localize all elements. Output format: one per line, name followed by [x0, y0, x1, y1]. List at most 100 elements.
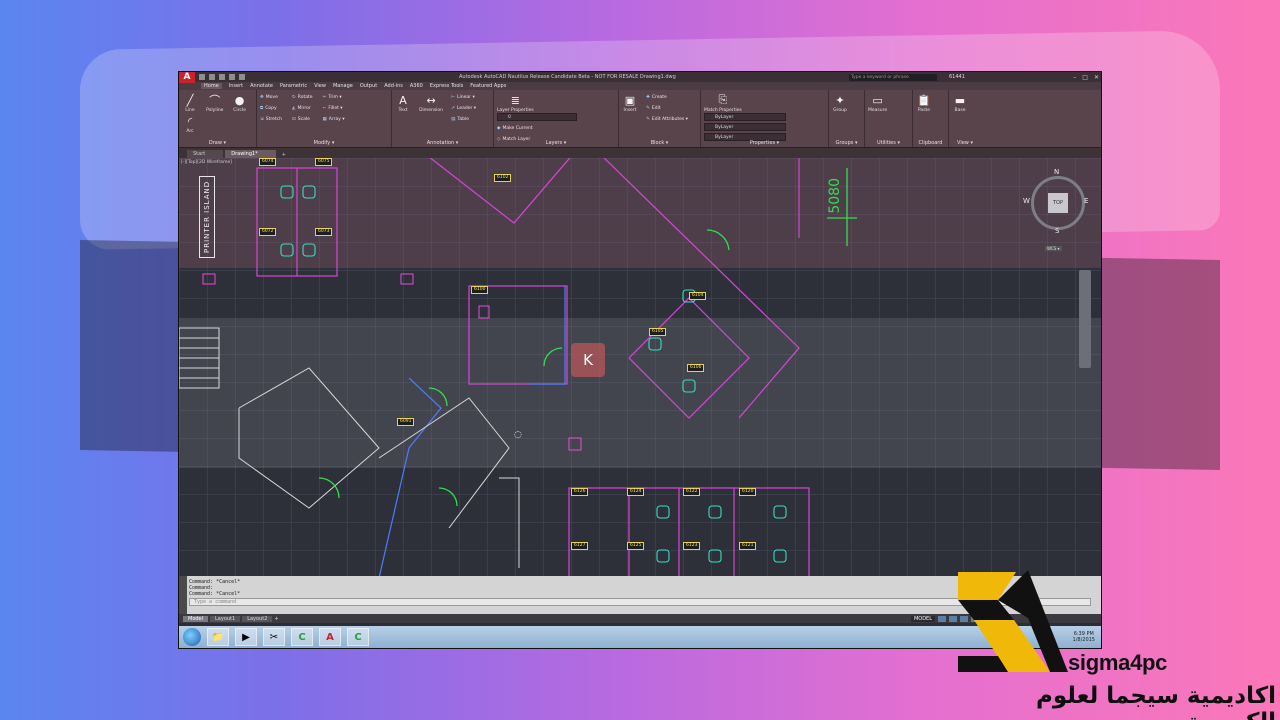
- move-tool[interactable]: ✥ Move: [260, 92, 282, 103]
- snap-toggle-icon[interactable]: [949, 615, 957, 622]
- drawing-area[interactable]: [-][Top][2D Wireframe] PRINTER ISLAND 50…: [179, 158, 1101, 582]
- create-block-tool[interactable]: ✚ Create: [646, 92, 688, 103]
- viewcube[interactable]: TOP N S E W: [1023, 168, 1088, 235]
- annotation-panel-title[interactable]: Annotation ▾: [392, 140, 493, 146]
- minimize-button[interactable]: –: [1073, 74, 1076, 81]
- linear-tool[interactable]: ⊢ Linear ▾: [451, 92, 476, 103]
- command-input[interactable]: Type a command: [189, 598, 1091, 606]
- polyline-tool[interactable]: ⌒ Polyline: [206, 92, 223, 113]
- match-properties-tool[interactable]: ⎘ Match Properties: [704, 92, 742, 113]
- tab-express-tools[interactable]: Express Tools: [430, 83, 463, 89]
- open-icon[interactable]: [209, 74, 215, 80]
- undo-icon[interactable]: [229, 74, 235, 80]
- tab-manage[interactable]: Manage: [333, 83, 353, 89]
- media-app-icon[interactable]: ▶: [235, 628, 257, 646]
- system-clock[interactable]: 6:39 PM 1/8/2015: [1073, 631, 1095, 643]
- tab-layout1[interactable]: Layout1: [210, 615, 241, 622]
- model-space-toggle[interactable]: MODEL: [910, 615, 935, 622]
- new-icon[interactable]: [199, 74, 205, 80]
- base-view-tool[interactable]: ▬ Base: [952, 92, 968, 114]
- tab-a360[interactable]: A360: [410, 83, 423, 89]
- properties-panel-title[interactable]: Properties ▾: [701, 140, 828, 146]
- rotate-tool[interactable]: ↻ Rotate: [292, 92, 313, 103]
- tab-model[interactable]: Model: [183, 615, 209, 622]
- close-button[interactable]: ✕: [1094, 74, 1099, 81]
- viewcube-west[interactable]: W: [1023, 197, 1030, 205]
- redo-icon[interactable]: [239, 74, 245, 80]
- tab-view[interactable]: View: [314, 83, 326, 89]
- block-panel-title[interactable]: Block ▾: [619, 140, 700, 146]
- viewcube-north[interactable]: N: [1054, 168, 1059, 176]
- leader-tool[interactable]: ↗ Leader ▾: [451, 103, 476, 114]
- camtasia-app-icon[interactable]: C: [291, 628, 313, 646]
- measure-tool[interactable]: ▭ Measure: [868, 92, 887, 114]
- edit-block-tool[interactable]: ✎ Edit: [646, 103, 688, 114]
- scale-tool[interactable]: ⊡ Scale: [292, 114, 313, 125]
- clipboard-panel-title[interactable]: Clipboard: [913, 140, 948, 146]
- room-tag: 6074: [259, 158, 277, 166]
- tab-layout2[interactable]: Layout2: [242, 615, 273, 622]
- dimension-tool[interactable]: ↔ Dimension: [419, 92, 443, 114]
- tab-home[interactable]: Home: [201, 83, 222, 89]
- tab-addins[interactable]: Add-ins: [384, 83, 403, 89]
- insert-icon: ▣: [624, 93, 636, 107]
- grid-toggle-icon[interactable]: [938, 615, 946, 622]
- viewport-controls[interactable]: [-][Top][2D Wireframe]: [181, 160, 232, 165]
- viewcube-south[interactable]: S: [1055, 227, 1059, 235]
- search-input[interactable]: Type a keyword or phrase: [849, 73, 937, 81]
- layers-panel-title[interactable]: Layers ▾: [494, 140, 618, 146]
- tab-drawing1[interactable]: Drawing1*: [225, 150, 276, 158]
- viewcube-top-face[interactable]: TOP: [1048, 193, 1068, 213]
- tab-output[interactable]: Output: [360, 83, 377, 89]
- maximize-button[interactable]: □: [1082, 74, 1088, 81]
- groups-panel-title[interactable]: Groups ▾: [829, 140, 864, 146]
- annotation-rows: ⊢ Linear ▾ ↗ Leader ▾ ▤ Table: [451, 92, 476, 125]
- paste-tool[interactable]: 📋 Paste: [916, 92, 932, 114]
- array-tool[interactable]: ▦ Array ▾: [323, 114, 345, 125]
- save-icon[interactable]: [219, 74, 225, 80]
- line-tool[interactable]: ╱ Line: [182, 92, 198, 114]
- layer-properties-tool[interactable]: ≣ Layer Properties: [497, 92, 534, 114]
- tab-annotate[interactable]: Annotate: [250, 83, 273, 89]
- color-dropdown[interactable]: ByLayer: [704, 113, 786, 121]
- navigation-bar[interactable]: [1079, 270, 1091, 368]
- snipping-app-icon[interactable]: ✂: [263, 628, 285, 646]
- command-line-grip[interactable]: [179, 576, 187, 614]
- room-tag: 6073: [315, 228, 333, 236]
- explorer-app-icon[interactable]: 📁: [207, 628, 229, 646]
- make-current-tool[interactable]: ◆ Make Current: [497, 123, 577, 134]
- app-menu-button[interactable]: A: [179, 72, 195, 83]
- text-tool[interactable]: A Text: [395, 92, 411, 114]
- recorder-app-icon[interactable]: C: [347, 628, 369, 646]
- viewcube-east[interactable]: E: [1084, 197, 1088, 205]
- table-tool[interactable]: ▤ Table: [451, 114, 476, 125]
- view-panel-title[interactable]: View ▾: [949, 140, 981, 146]
- fillet-tool[interactable]: ⌐ Fillet ▾: [323, 103, 345, 114]
- modify-panel-title[interactable]: Modify ▾: [257, 140, 391, 146]
- mirror-tool[interactable]: ◭ Mirror: [292, 103, 313, 114]
- tab-featured-apps[interactable]: Featured Apps: [470, 83, 506, 89]
- wcs-menu[interactable]: WCS ▾: [1045, 246, 1062, 251]
- utilities-panel-title[interactable]: Utilities ▾: [865, 140, 912, 146]
- add-layout-button[interactable]: +: [274, 616, 278, 622]
- tab-parametric[interactable]: Parametric: [280, 83, 307, 89]
- copy-tool[interactable]: ⧉ Copy: [260, 103, 282, 114]
- autocad-app-icon[interactable]: A: [319, 628, 341, 646]
- insert-tool[interactable]: ▣ Insert: [622, 92, 638, 114]
- start-button[interactable]: [183, 628, 201, 646]
- circle-tool[interactable]: ● Circle: [232, 92, 248, 114]
- draw-panel-title[interactable]: Draw ▾: [179, 140, 256, 146]
- tab-insert[interactable]: Insert: [229, 83, 243, 89]
- layer-dropdown[interactable]: 0: [497, 113, 577, 121]
- edit-attributes-tool[interactable]: ✎ Edit Attributes ▾: [646, 114, 688, 125]
- group-tool[interactable]: ✦ Group: [832, 92, 848, 114]
- annotation-panel: A Text ↔ Dimension ⊢ Linear ▾ ↗ Leader ▾ ▤ Ta…: [392, 90, 494, 147]
- user-name[interactable]: 61441: [949, 74, 965, 80]
- create-block-icon: ✚: [646, 95, 650, 100]
- tab-start[interactable]: Start: [187, 150, 224, 158]
- brand-arabic-title: اكاديمية سيجما لعلوم الكمبيوتر: [1035, 683, 1276, 720]
- linetype-dropdown[interactable]: ByLayer: [704, 123, 786, 131]
- trim-tool[interactable]: ✂ Trim ▾: [323, 92, 345, 103]
- arc-tool[interactable]: ◜ Arc: [182, 113, 198, 135]
- stretch-tool[interactable]: ⇲ Stretch: [260, 114, 282, 125]
